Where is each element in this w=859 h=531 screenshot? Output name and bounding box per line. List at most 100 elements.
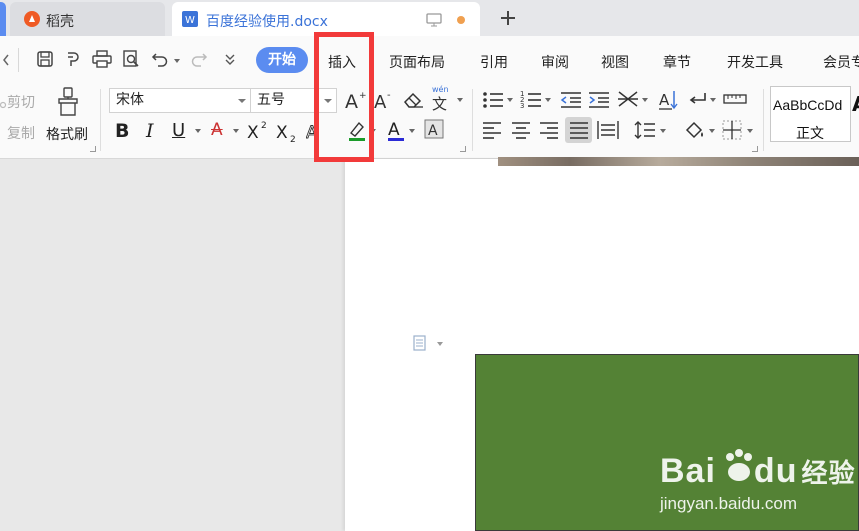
paragraph-layout-dropdown-icon[interactable] (437, 342, 443, 346)
customize-chevron-icon[interactable] (224, 52, 236, 66)
paragraph-dialog-launcher[interactable] (752, 146, 758, 152)
undo-icon[interactable] (151, 51, 169, 67)
svg-text:-: - (387, 90, 391, 101)
shading-fill-icon[interactable] (684, 120, 706, 140)
font-name-select[interactable]: 宋体 (109, 88, 251, 113)
print-icon[interactable] (92, 50, 112, 68)
chinese-layout-dropdown-icon[interactable] (642, 98, 648, 102)
bold-icon[interactable]: B (115, 120, 129, 142)
bullet-list-icon[interactable] (482, 91, 504, 109)
line-break-icon[interactable] (688, 91, 708, 109)
align-right-icon[interactable] (539, 121, 559, 139)
menu-bar: 开始 插入 页面布局 引用 审阅 视图 章节 开发工具 会员专 (0, 36, 859, 83)
font-color-icon[interactable]: A (386, 117, 406, 143)
chinese-layout-icon[interactable] (617, 89, 639, 109)
decrease-indent-icon[interactable] (560, 91, 582, 109)
menu-review[interactable]: 审阅 (541, 52, 569, 72)
divider (763, 89, 764, 151)
distributed-align-icon[interactable] (597, 120, 619, 140)
borders-dropdown-icon[interactable] (747, 129, 753, 133)
text-direction-icon[interactable]: A (658, 88, 680, 110)
italic-icon[interactable]: I (146, 120, 154, 142)
watermark-url: jingyan.baidu.com (660, 494, 798, 513)
menu-view[interactable]: 视图 (601, 52, 629, 72)
svg-text:A: A (374, 92, 387, 111)
borders-icon[interactable] (722, 120, 742, 140)
watermark-brand-cn: 经验 (801, 458, 856, 488)
svg-text:A: A (428, 123, 438, 139)
line-spacing-dropdown-icon[interactable] (660, 129, 666, 133)
subscript-icon[interactable]: X2 (276, 119, 300, 143)
ribbon-toolbar: 剪切 复制 格式刷 宋体 五号 A + A- 文 wén B I U A X2 X… (0, 83, 859, 159)
underline-dropdown-icon[interactable] (195, 129, 201, 133)
svg-text:2: 2 (261, 121, 267, 131)
strikethrough-dropdown-icon[interactable] (233, 129, 239, 133)
chevron-left-icon[interactable] (2, 54, 10, 66)
pinyin-label: wén (432, 85, 449, 94)
numbered-dropdown-icon[interactable] (545, 98, 551, 102)
redo-icon[interactable] (190, 51, 208, 67)
style-preview-text: AaBbCcDd (773, 97, 843, 113)
tab-document[interactable]: W 百度经验使用.docx (172, 2, 480, 36)
menu-developer-tools[interactable]: 开发工具 (727, 52, 783, 72)
strikethrough-icon[interactable]: A (211, 120, 223, 140)
font-dialog-launcher[interactable] (460, 146, 466, 152)
justify-button[interactable] (565, 117, 592, 143)
font-color-dropdown-icon[interactable] (409, 129, 415, 133)
style-normal-tile[interactable]: AaBbCcDd 正文 (770, 86, 851, 142)
align-center-icon[interactable] (511, 121, 531, 139)
undo-dropdown-icon[interactable] (174, 59, 180, 63)
increase-indent-icon[interactable] (588, 91, 610, 109)
monitor-icon[interactable] (426, 13, 442, 27)
pinyin-dropdown-icon[interactable] (457, 98, 463, 102)
line-break-dropdown-icon[interactable] (710, 98, 716, 102)
character-shading-icon[interactable]: A (424, 119, 444, 139)
paragraph-layout-icon[interactable] (413, 335, 431, 351)
format-painter-icon[interactable] (56, 87, 80, 117)
svg-text:A: A (388, 120, 400, 140)
document-photo-image[interactable] (498, 157, 859, 166)
save-icon[interactable] (36, 50, 54, 68)
docer-logo-icon (24, 11, 40, 27)
highlight-box (314, 32, 374, 162)
svg-text:X: X (247, 123, 259, 141)
menu-start[interactable]: 开始 (256, 47, 308, 73)
divider (100, 89, 101, 151)
svg-text:X: X (276, 123, 288, 143)
menu-references[interactable]: 引用 (480, 52, 508, 72)
clipboard-dialog-launcher[interactable] (90, 146, 96, 152)
style-heading-preview-icon[interactable]: A (852, 92, 859, 116)
justify-icon (569, 121, 589, 139)
bullet-dropdown-icon[interactable] (507, 98, 513, 102)
print-preview-icon[interactable] (122, 50, 140, 68)
tab-docer-label: 稻壳 (46, 14, 74, 30)
tab-document-label: 百度经验使用.docx (206, 14, 328, 30)
menu-chapter[interactable]: 章节 (663, 52, 691, 72)
cut-label[interactable]: 剪切 (7, 92, 35, 112)
align-left-icon[interactable] (482, 121, 502, 139)
clear-format-eraser-icon[interactable] (403, 91, 425, 109)
divider (18, 48, 19, 72)
superscript-icon[interactable]: X2 (247, 119, 271, 141)
svg-text:文: 文 (432, 95, 447, 111)
copy-label[interactable]: 复制 (7, 123, 35, 143)
share-icon[interactable] (64, 50, 82, 68)
format-painter-label[interactable]: 格式刷 (46, 124, 88, 144)
decrease-font-size-icon[interactable]: A- (374, 89, 396, 111)
line-spacing-icon[interactable] (634, 120, 656, 140)
watermark-brand: Bai du 经验 (660, 449, 856, 491)
menu-page-layout[interactable]: 页面布局 (389, 52, 445, 72)
ruler-icon[interactable] (723, 92, 747, 106)
shading-dropdown-icon[interactable] (709, 129, 715, 133)
menu-member[interactable]: 会员专 (823, 52, 859, 72)
svg-text:W: W (185, 15, 195, 26)
tab-docer[interactable]: 稻壳 (10, 2, 165, 36)
numbered-list-icon[interactable]: 123 (520, 89, 542, 109)
new-tab-plus-icon[interactable] (499, 9, 517, 27)
svg-text:A: A (659, 91, 670, 109)
tab-bar: 稻壳 W 百度经验使用.docx (0, 0, 859, 36)
paw-icon (722, 448, 756, 484)
underline-icon[interactable]: U (172, 120, 185, 141)
font-size-value: 五号 (257, 92, 285, 108)
watermark-brand-du: du (753, 452, 798, 490)
